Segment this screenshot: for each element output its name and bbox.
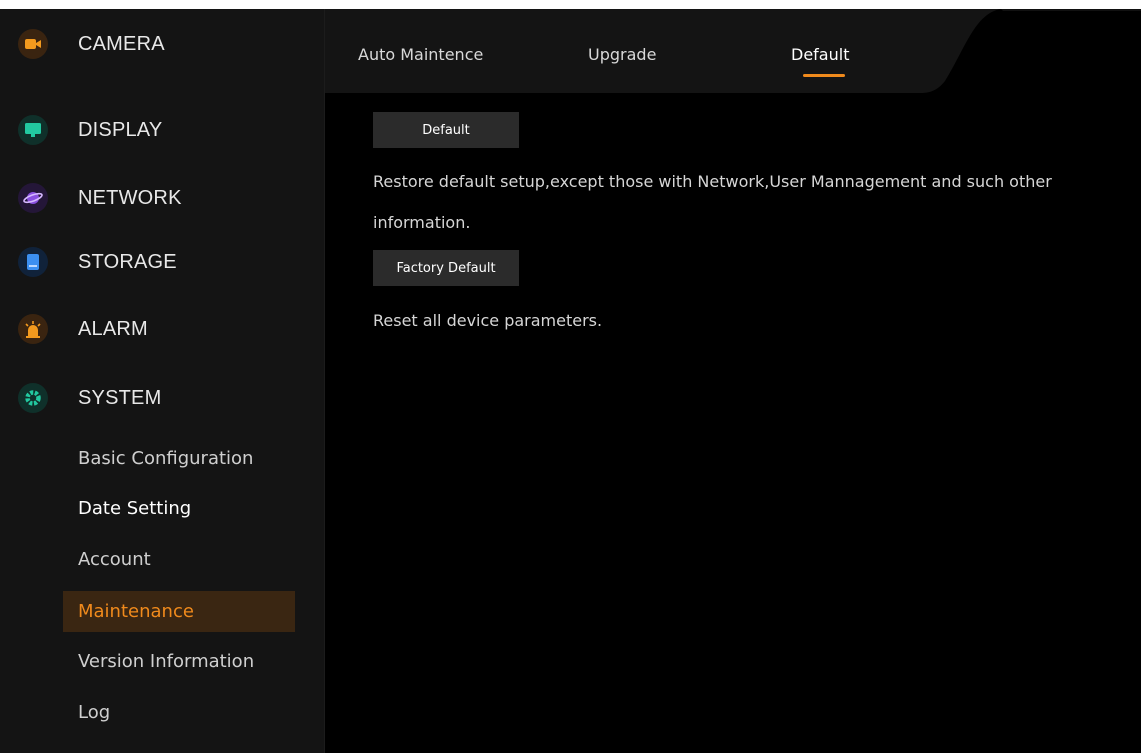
sidebar-item-label: SYSTEM (78, 387, 162, 409)
sidebar-item-system[interactable]: SYSTEM (0, 378, 324, 418)
sidebar-item-label: DISPLAY (78, 119, 163, 141)
sidebar-subitem-version-information[interactable]: Version Information (63, 641, 295, 682)
sidebar-subitem-basic-configuration[interactable]: Basic Configuration (63, 438, 295, 479)
active-tab-indicator (803, 74, 845, 77)
default-description-line2: information. (373, 213, 471, 232)
sidebar-item-label: NETWORK (78, 187, 182, 209)
sidebar-subitem-label: Date Setting (78, 498, 192, 519)
planet-icon (18, 183, 48, 213)
sidebar-subitem-label: Account (78, 549, 151, 570)
factory-default-description: Reset all device parameters. (373, 311, 603, 330)
sidebar-subitem-maintenance[interactable]: Maintenance (63, 591, 295, 632)
sidebar: CAMERA DISPLAY NETWORK STORAGE ALARM SYS… (0, 9, 325, 753)
sidebar-item-label: STORAGE (78, 251, 177, 273)
sidebar-subitem-label: Basic Configuration (78, 448, 254, 469)
sidebar-subitem-label: Version Information (78, 651, 255, 672)
sidebar-item-display[interactable]: DISPLAY (0, 110, 324, 150)
tab-default[interactable]: Default (791, 9, 849, 101)
factory-default-button[interactable]: Factory Default (373, 250, 519, 286)
app-window: CAMERA DISPLAY NETWORK STORAGE ALARM SYS… (0, 9, 1141, 753)
sidebar-subitem-label: Maintenance (78, 601, 194, 622)
sidebar-item-network[interactable]: NETWORK (0, 178, 324, 218)
tab-auto-maintence[interactable]: Auto Maintence (358, 9, 483, 101)
sidebar-item-storage[interactable]: STORAGE (0, 242, 324, 282)
camera-icon (18, 29, 48, 59)
sidebar-subitem-account[interactable]: Account (63, 539, 295, 580)
sidebar-subitem-log[interactable]: Log (63, 692, 295, 733)
default-button[interactable]: Default (373, 112, 519, 148)
sidebar-item-label: ALARM (78, 318, 148, 340)
monitor-icon (18, 115, 48, 145)
sidebar-item-label: CAMERA (78, 33, 165, 55)
alarm-icon (18, 314, 48, 344)
tab-upgrade[interactable]: Upgrade (588, 9, 656, 101)
storage-icon (18, 247, 48, 277)
sidebar-subitem-label: Log (78, 702, 111, 723)
sidebar-subitem-date-setting[interactable]: Date Setting (63, 488, 295, 529)
default-description-line1: Restore default setup,except those with … (373, 172, 1052, 191)
sidebar-item-camera[interactable]: CAMERA (0, 24, 324, 64)
gear-icon (18, 383, 48, 413)
sidebar-item-alarm[interactable]: ALARM (0, 309, 324, 349)
